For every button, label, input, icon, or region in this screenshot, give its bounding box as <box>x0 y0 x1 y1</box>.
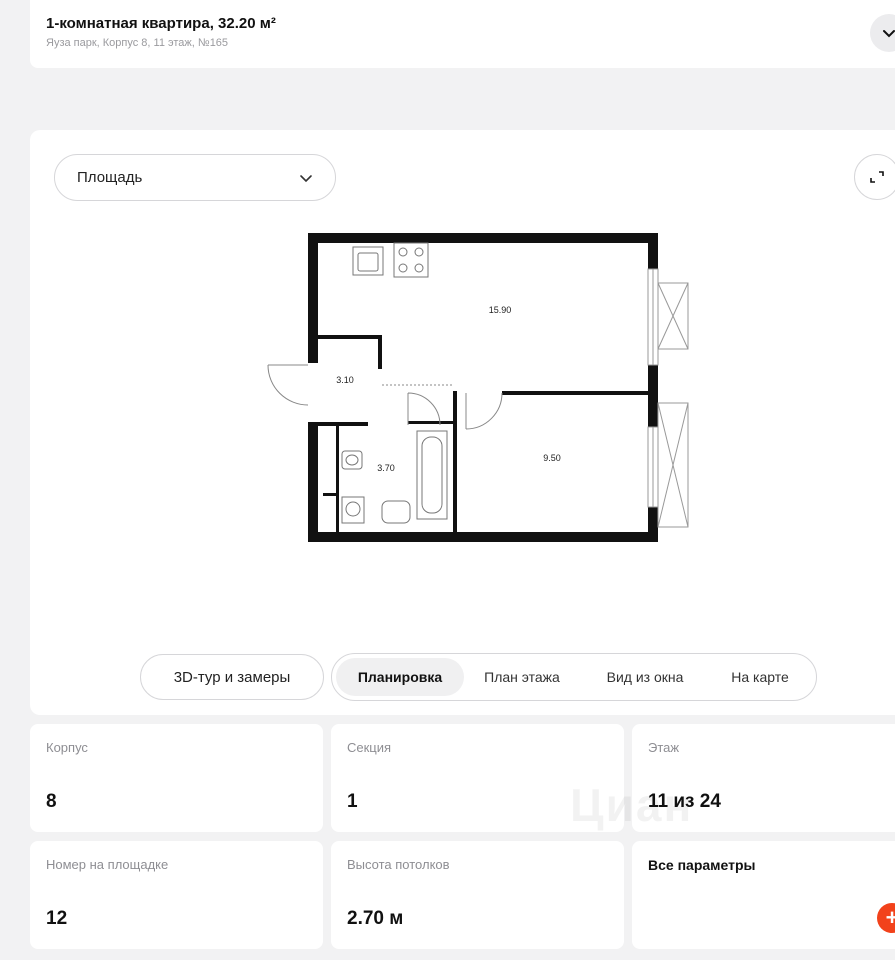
all-params-card[interactable]: Все параметры + <box>632 841 895 949</box>
param-value: 12 <box>46 908 68 929</box>
param-label: Секция <box>347 740 392 755</box>
param-floor: Этаж 11 из 24 <box>632 724 895 832</box>
area-select[interactable]: Площадь <box>54 154 336 201</box>
view-tabs: Планировка План этажа Вид из окна На кар… <box>331 653 817 701</box>
param-label: Этаж <box>648 740 680 755</box>
listing-header: 1-комнатная квартира, 32.20 м² Яуза парк… <box>30 0 895 68</box>
collapse-button[interactable] <box>870 14 895 52</box>
param-unit-number: Номер на площадке 12 <box>30 841 323 949</box>
listing-title: 1-комнатная квартира, 32.20 м² <box>46 15 276 32</box>
all-params-label: Все параметры <box>648 857 756 873</box>
room-area-hallway: 3.10 <box>336 375 354 385</box>
tab-map[interactable]: На карте <box>712 658 808 696</box>
param-section: Секция 1 <box>331 724 624 832</box>
chevron-down-icon <box>883 30 895 38</box>
listing-subtitle: Яуза парк, Корпус 8, 11 этаж, №165 <box>46 37 229 49</box>
floorplan-drawing: 15.90 3.10 3.70 9.50 <box>267 233 689 542</box>
room-area-bathroom: 3.70 <box>377 463 395 473</box>
param-label: Номер на площадке <box>46 857 169 872</box>
param-value: 8 <box>46 791 57 812</box>
tab-layout[interactable]: Планировка <box>336 658 464 696</box>
room-area-kitchen: 15.90 <box>489 305 512 315</box>
expand-icon <box>870 171 884 183</box>
param-ceiling-height: Высота потолков 2.70 м <box>331 841 624 949</box>
param-label: Высота потолков <box>347 857 450 872</box>
tab-window-view[interactable]: Вид из окна <box>584 658 706 696</box>
chevron-down-icon <box>300 174 312 182</box>
room-area-bedroom: 9.50 <box>543 453 561 463</box>
param-building: Корпус 8 <box>30 724 323 832</box>
tab-floor-plan[interactable]: План этажа <box>466 658 578 696</box>
floorplan-card: Площадь 15.90 3.10 3.70 9.50 3D-тур и за… <box>30 130 895 715</box>
param-value: 11 из 24 <box>648 791 721 812</box>
3d-tour-button[interactable]: 3D-тур и замеры <box>140 654 324 700</box>
area-select-label: Площадь <box>77 169 143 186</box>
plus-icon[interactable]: + <box>877 903 895 933</box>
fullscreen-button[interactable] <box>854 154 895 200</box>
param-value: 2.70 м <box>347 908 404 929</box>
param-label: Корпус <box>46 740 88 755</box>
param-value: 1 <box>347 791 358 812</box>
